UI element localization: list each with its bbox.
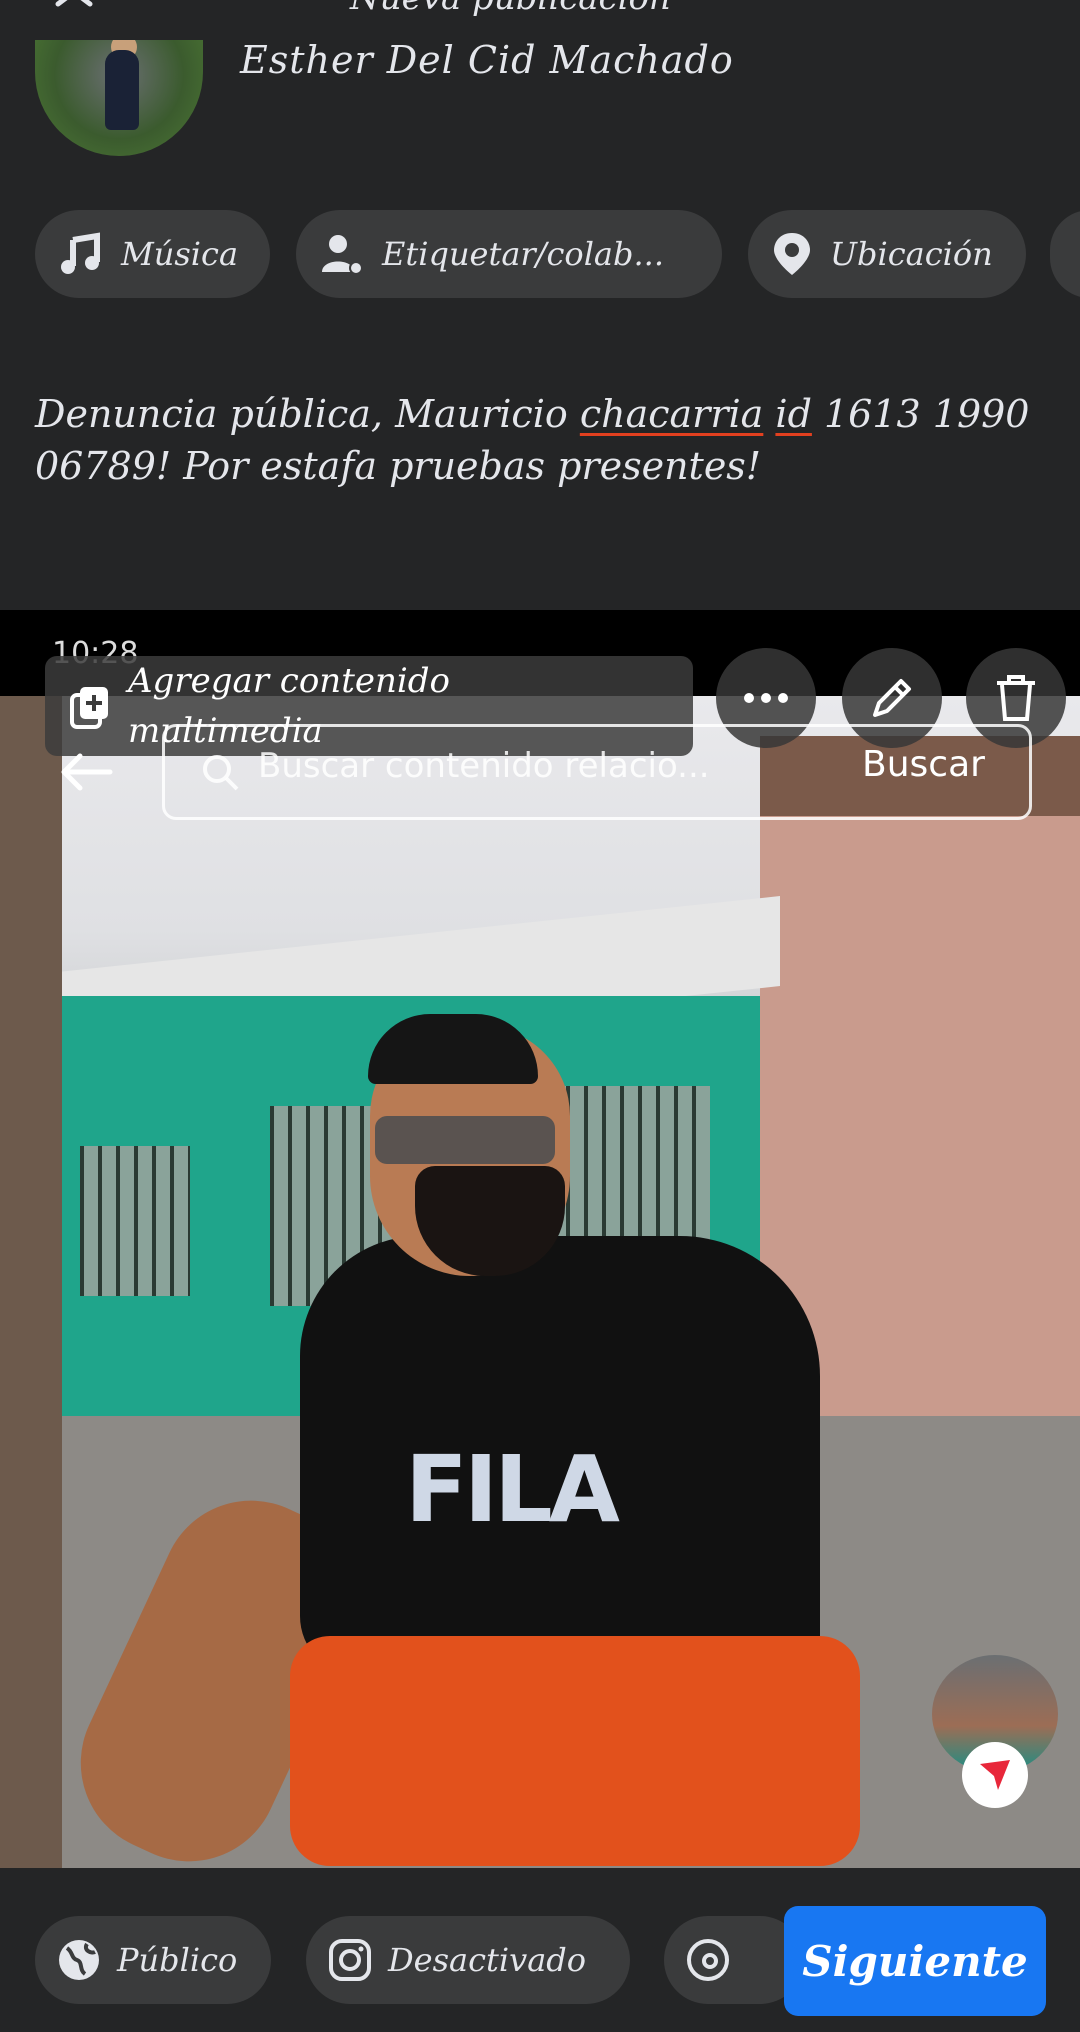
audience-public-chip[interactable]: Público <box>35 1916 271 2004</box>
share-badge[interactable] <box>962 1742 1028 1808</box>
next-button-label: Siguiente <box>802 1936 1028 1986</box>
misspelled-word: id <box>775 392 812 436</box>
location-chip[interactable]: Ubicación <box>748 210 1026 298</box>
tag-collaborate-label: Etiquetar/colab... <box>382 235 664 273</box>
person-tag-icon <box>322 235 363 275</box>
search-icon <box>203 755 239 791</box>
tag-collaborate-chip[interactable]: Etiquetar/colab... <box>296 210 722 298</box>
author-avatar <box>35 40 203 156</box>
close-icon <box>55 0 93 7</box>
page-title: Nueva publicación <box>350 0 671 18</box>
post-text[interactable]: Denuncia pública, Mauricio chacarria id … <box>35 388 1035 492</box>
shirt-logo: FILA <box>405 1436 620 1543</box>
location-chip-label: Ubicación <box>830 235 993 273</box>
music-chip-label: Música <box>121 235 239 273</box>
close-button[interactable] <box>50 0 110 30</box>
music-note-icon <box>61 232 100 274</box>
back-arrow-icon[interactable] <box>58 752 114 792</box>
globe-icon <box>59 1940 99 1980</box>
instagram-status-label: Desactivado <box>388 1941 587 1979</box>
instagram-icon <box>329 1939 371 1981</box>
pencil-icon <box>873 679 911 717</box>
location-pin-icon <box>774 233 810 275</box>
more-dots-icon <box>744 693 788 703</box>
threads-share-chip[interactable] <box>664 1916 804 2004</box>
author-name: Esther Del Cid Machado <box>240 38 734 82</box>
send-arrow-icon <box>980 1760 1010 1790</box>
search-placeholder: Buscar contenido relacio... <box>258 746 710 786</box>
post-text-part: Denuncia pública, Mauricio <box>35 392 580 436</box>
misspelled-word: chacarria <box>579 392 764 436</box>
threads-icon <box>687 1939 729 1981</box>
post-text-part <box>763 392 775 436</box>
music-chip[interactable]: Música <box>35 210 270 298</box>
attached-photo: FILA <box>0 696 1080 1868</box>
trash-icon <box>997 675 1035 721</box>
more-chip[interactable] <box>1050 210 1080 298</box>
add-media-icon <box>70 687 108 729</box>
search-button[interactable]: Buscar <box>862 744 985 785</box>
audience-label: Público <box>117 1941 238 1979</box>
next-button[interactable]: Siguiente <box>784 1906 1046 2016</box>
instagram-share-chip[interactable]: Desactivado <box>306 1916 630 2004</box>
